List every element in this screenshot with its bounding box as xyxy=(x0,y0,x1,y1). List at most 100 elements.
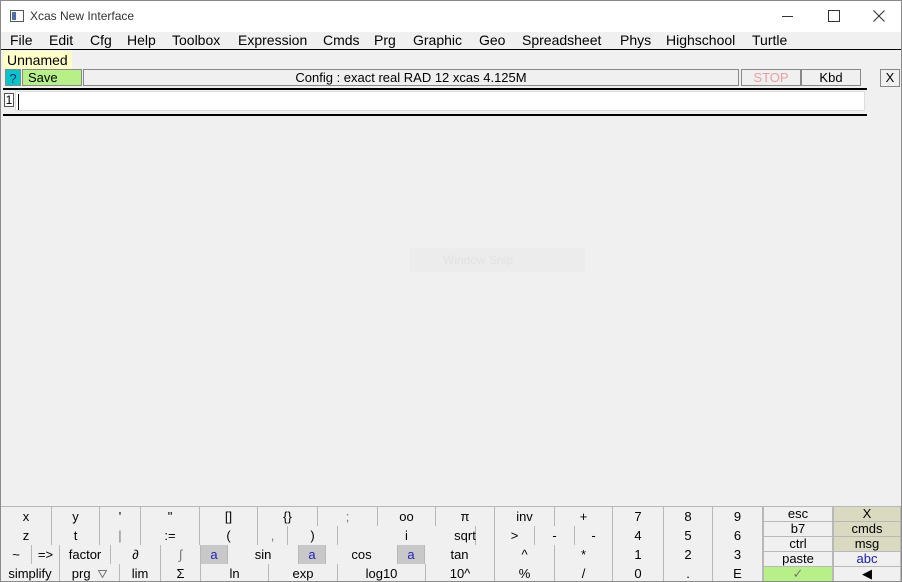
key-greater[interactable]: > xyxy=(495,526,535,545)
window-title: Xcas New Interface xyxy=(30,9,135,23)
key-back[interactable]: ◀ xyxy=(833,567,901,581)
key-lparen[interactable]: ( xyxy=(200,526,258,545)
key-0[interactable]: 0 xyxy=(613,564,664,581)
key-times[interactable]: * xyxy=(555,545,613,564)
key-divide[interactable]: / xyxy=(555,564,613,581)
key-y[interactable]: y xyxy=(52,507,100,526)
key-2[interactable]: 2 xyxy=(664,545,713,564)
minimize-button[interactable] xyxy=(764,1,810,32)
command-level: 1 xyxy=(3,88,867,116)
key-esc[interactable]: esc xyxy=(763,507,833,522)
menu-file[interactable]: File xyxy=(10,32,33,49)
key-log10[interactable]: log10 xyxy=(338,564,426,581)
text-caret xyxy=(18,94,20,110)
key-lim[interactable]: lim xyxy=(120,564,161,581)
key-sqrt[interactable]: sqrt xyxy=(436,526,495,545)
menu-expression[interactable]: Expression xyxy=(238,32,307,49)
menu-phys[interactable]: Phys xyxy=(620,32,651,49)
key-assign[interactable]: := xyxy=(141,526,200,545)
key-brackets[interactable]: [] xyxy=(200,507,258,526)
title-bar: Xcas New Interface xyxy=(1,1,901,32)
key-comma[interactable]: , xyxy=(258,526,288,545)
key-ctrl[interactable]: ctrl xyxy=(763,537,833,552)
key-4[interactable]: 4 xyxy=(613,526,664,545)
key-abc[interactable]: abc xyxy=(833,552,901,567)
key-tilde[interactable]: ~ xyxy=(1,545,32,564)
key-x[interactable]: x xyxy=(1,507,52,526)
key-simplify[interactable]: simplify xyxy=(1,564,60,581)
menu-cmds[interactable]: Cmds xyxy=(323,32,360,49)
command-input[interactable] xyxy=(15,91,865,111)
maximize-button[interactable] xyxy=(810,1,856,32)
key-8[interactable]: 8 xyxy=(664,507,713,526)
key-sin-arg[interactable]: a xyxy=(201,545,228,564)
key-integral[interactable]: ∫ xyxy=(161,545,201,564)
key-3[interactable]: 3 xyxy=(713,545,763,564)
key-ln[interactable]: ln xyxy=(201,564,269,581)
menu-spreadsheet[interactable]: Spreadsheet xyxy=(522,32,601,49)
close-window-button[interactable] xyxy=(856,1,901,32)
key-pow10[interactable]: 10^ xyxy=(426,564,495,581)
key-tan-arg[interactable]: a xyxy=(398,545,425,564)
key-1[interactable]: 1 xyxy=(613,545,664,564)
key-rparen[interactable]: ) xyxy=(288,526,338,545)
key-prg-label: prg xyxy=(71,566,91,581)
keyboard-toggle-button[interactable]: Kbd xyxy=(801,69,861,86)
key-infinity[interactable]: oo xyxy=(378,507,436,526)
save-button[interactable]: Save xyxy=(22,69,82,86)
session-tab[interactable]: Unnamed xyxy=(3,51,72,69)
app-icon xyxy=(10,10,24,22)
menu-edit[interactable]: Edit xyxy=(49,32,73,49)
config-status-bar[interactable]: Config : exact real RAD 12 xcas 4.125M xyxy=(83,69,739,86)
key-implies[interactable]: => xyxy=(32,545,60,564)
command-index[interactable]: 1 xyxy=(4,93,14,107)
key-cmds[interactable]: cmds xyxy=(833,522,901,537)
menu-graphic[interactable]: Graphic xyxy=(413,32,462,49)
window-snip-overlay: Window Snip xyxy=(409,248,585,272)
key-sum[interactable]: Σ xyxy=(161,564,201,581)
menu-turtle[interactable]: Turtle xyxy=(752,32,787,49)
key-prg[interactable]: prg xyxy=(60,564,120,581)
key-6[interactable]: 6 xyxy=(713,526,763,545)
key-dot[interactable]: . xyxy=(664,564,713,581)
key-t[interactable]: t xyxy=(52,526,100,545)
menu-cfg[interactable]: Cfg xyxy=(90,32,112,49)
menu-geo[interactable]: Geo xyxy=(479,32,505,49)
key-dquote[interactable]: " xyxy=(141,507,200,526)
key-minus[interactable]: - xyxy=(535,526,575,545)
key-braces[interactable]: {} xyxy=(258,507,318,526)
key-factor[interactable]: factor xyxy=(60,545,111,564)
key-percent[interactable]: % xyxy=(495,564,555,581)
close-session-button[interactable]: X xyxy=(880,69,900,87)
key-5[interactable]: 5 xyxy=(664,526,713,545)
key-sin[interactable]: sin xyxy=(228,545,299,564)
key-partial[interactable]: ∂ xyxy=(111,545,161,564)
menu-highschool[interactable]: Highschool xyxy=(666,32,735,49)
key-enter[interactable]: ✓ xyxy=(763,567,833,581)
key-exp[interactable]: exp xyxy=(269,564,338,581)
key-power[interactable]: ^ xyxy=(495,545,555,564)
key-pi[interactable]: π xyxy=(436,507,495,526)
key-tan[interactable]: tan xyxy=(425,545,495,564)
key-cos[interactable]: cos xyxy=(326,545,398,564)
key-cos-arg[interactable]: a xyxy=(299,545,326,564)
key-z[interactable]: z xyxy=(1,526,52,545)
menu-prg[interactable]: Prg xyxy=(374,32,396,49)
menu-toolbox[interactable]: Toolbox xyxy=(172,32,220,49)
help-button[interactable]: ? xyxy=(5,69,21,86)
key-e[interactable]: E xyxy=(713,564,763,581)
key-clear-x[interactable]: X xyxy=(833,507,901,522)
key-quote[interactable]: ' xyxy=(100,507,141,526)
key-plus[interactable]: + xyxy=(555,507,613,526)
key-msg[interactable]: msg xyxy=(833,537,901,552)
menu-help[interactable]: Help xyxy=(127,32,156,49)
key-neg[interactable]: - xyxy=(575,526,613,545)
key-inv[interactable]: inv xyxy=(495,507,555,526)
key-semicolon[interactable]: ; xyxy=(318,507,378,526)
key-paste[interactable]: paste xyxy=(763,552,833,567)
key-9[interactable]: 9 xyxy=(713,507,763,526)
stop-button[interactable]: STOP xyxy=(741,69,801,86)
key-7[interactable]: 7 xyxy=(613,507,664,526)
key-pipe[interactable]: | xyxy=(100,526,141,545)
key-b7[interactable]: b7 xyxy=(763,522,833,537)
